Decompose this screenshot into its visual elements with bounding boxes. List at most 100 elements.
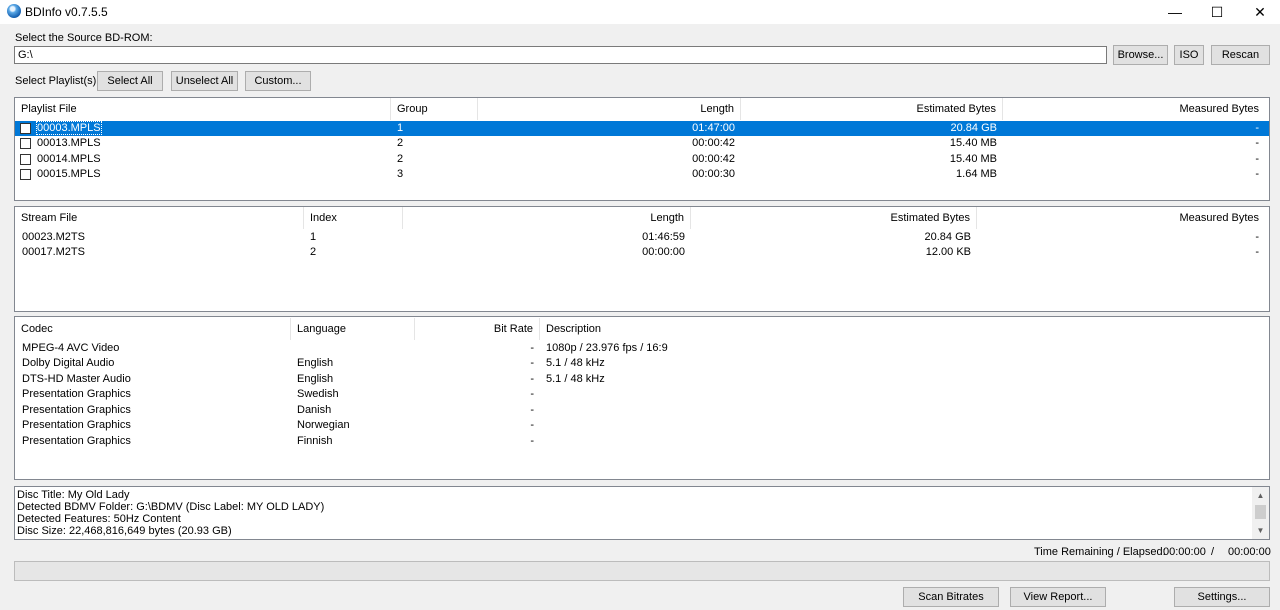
stream-index: 1 xyxy=(310,231,317,243)
log-line: Disc Size: 22,468,816,649 bytes (20.93 G… xyxy=(17,525,232,537)
codec-bitrate: - xyxy=(530,342,534,354)
log-line: Disc Title: My Old Lady xyxy=(17,489,130,501)
stream-row[interactable]: 00017.M2TS 2 00:00:00 12.00 KB - xyxy=(15,245,1269,260)
playlist-measured: - xyxy=(1255,137,1259,149)
playlist-row[interactable]: 00013.MPLS 2 00:00:42 15.40 MB - xyxy=(15,136,1269,151)
codec-bitrate: - xyxy=(530,357,534,369)
codec-col-codec[interactable]: Codec xyxy=(15,318,291,340)
playlist-checkbox[interactable] xyxy=(20,154,31,165)
stream-estimated: 20.84 GB xyxy=(924,231,971,243)
select-all-button[interactable]: Select All xyxy=(97,71,163,91)
codec-col-language[interactable]: Language xyxy=(291,318,415,340)
stream-file: 00023.M2TS xyxy=(22,231,85,243)
browse-button[interactable]: Browse... xyxy=(1113,45,1168,65)
codec-language: Finnish xyxy=(297,435,333,447)
maximize-button[interactable]: ☐ xyxy=(1195,0,1239,24)
stream-length: 01:46:59 xyxy=(642,231,685,243)
codec-bitrate: - xyxy=(530,435,534,447)
playlist-group: 2 xyxy=(397,137,404,149)
stream-col-estimated[interactable]: Estimated Bytes xyxy=(691,207,977,229)
time-remaining-value: 00:00:00 xyxy=(1163,546,1206,558)
codec-col-bitrate[interactable]: Bit Rate xyxy=(415,318,540,340)
codec-name: Presentation Graphics xyxy=(22,404,131,416)
scan-bitrates-button[interactable]: Scan Bitrates xyxy=(903,587,999,607)
codec-description: 5.1 / 48 kHz xyxy=(546,373,605,385)
bdinfo-app-icon xyxy=(7,4,21,18)
time-separator: / xyxy=(1211,546,1215,558)
playlist-checkbox[interactable] xyxy=(20,138,31,149)
stream-measured: - xyxy=(1255,231,1259,243)
playlist-checkbox[interactable] xyxy=(20,123,31,134)
stream-col-measured[interactable]: Measured Bytes xyxy=(977,207,1265,229)
codec-bitrate: - xyxy=(530,388,534,400)
stream-col-length[interactable]: Length xyxy=(403,207,691,229)
codec-row[interactable]: DTS-HD Master Audio English - 5.1 / 48 k… xyxy=(15,372,1269,387)
codec-name: Presentation Graphics xyxy=(22,435,131,447)
codec-description: 1080p / 23.976 fps / 16:9 xyxy=(546,342,668,354)
source-path-input[interactable]: G:\ xyxy=(14,46,1107,64)
iso-button[interactable]: ISO xyxy=(1174,45,1204,65)
playlist-estimated: 20.84 GB xyxy=(950,122,997,134)
playlist-length: 01:47:00 xyxy=(692,122,735,134)
playlist-table[interactable]: Playlist File Group Length Estimated Byt… xyxy=(14,97,1270,201)
close-button[interactable]: ✕ xyxy=(1238,0,1280,24)
playlist-measured: - xyxy=(1255,153,1259,165)
codec-name: DTS-HD Master Audio xyxy=(22,373,131,385)
view-report-button[interactable]: View Report... xyxy=(1010,587,1106,607)
codec-row[interactable]: Presentation Graphics Danish - xyxy=(15,403,1269,418)
codec-row[interactable]: Presentation Graphics Finnish - xyxy=(15,434,1269,449)
scroll-down-icon[interactable]: ▼ xyxy=(1252,522,1269,539)
codec-row[interactable]: MPEG-4 AVC Video - 1080p / 23.976 fps / … xyxy=(15,341,1269,356)
codec-language: English xyxy=(297,357,334,369)
codec-table[interactable]: Codec Language Bit Rate Description MPEG… xyxy=(14,316,1270,480)
playlist-group: 2 xyxy=(397,153,404,165)
scroll-up-icon[interactable]: ▲ xyxy=(1252,487,1269,504)
playlist-length: 00:00:30 xyxy=(692,168,735,180)
playlist-col-group[interactable]: Group xyxy=(391,98,478,120)
custom-button[interactable]: Custom... xyxy=(245,71,311,91)
log-line: Detected Features: 50Hz Content xyxy=(17,513,181,525)
codec-col-description[interactable]: Description xyxy=(540,318,840,340)
disc-info-log[interactable]: Disc Title: My Old Lady Detected BDMV Fo… xyxy=(14,486,1270,540)
playlist-estimated: 1.64 MB xyxy=(956,168,997,180)
playlist-group: 3 xyxy=(397,168,404,180)
log-line: Detected BDMV Folder: G:\BDMV (Disc Labe… xyxy=(17,501,325,513)
playlist-estimated: 15.40 MB xyxy=(949,153,997,165)
scroll-thumb[interactable] xyxy=(1255,505,1266,519)
codec-description: 5.1 / 48 kHz xyxy=(546,357,605,369)
stream-col-file[interactable]: Stream File xyxy=(15,207,304,229)
rescan-button[interactable]: Rescan xyxy=(1211,45,1270,65)
codec-language: Danish xyxy=(297,404,332,416)
playlist-col-estimated[interactable]: Estimated Bytes xyxy=(741,98,1003,120)
playlist-file: 00015.MPLS xyxy=(37,168,101,180)
codec-bitrate: - xyxy=(530,404,534,416)
source-label: Select the Source BD-ROM: xyxy=(15,32,153,44)
codec-name: Presentation Graphics xyxy=(22,419,131,431)
codec-row[interactable]: Dolby Digital Audio English - 5.1 / 48 k… xyxy=(15,356,1269,371)
codec-row[interactable]: Presentation Graphics Norwegian - xyxy=(15,418,1269,433)
playlist-row[interactable]: 00003.MPLS 1 01:47:00 20.84 GB - xyxy=(15,121,1269,136)
settings-button[interactable]: Settings... xyxy=(1174,587,1270,607)
playlist-col-length[interactable]: Length xyxy=(478,98,741,120)
codec-row[interactable]: Presentation Graphics Swedish - xyxy=(15,387,1269,402)
stream-length: 00:00:00 xyxy=(642,246,685,258)
codec-name: Presentation Graphics xyxy=(22,388,131,400)
minimize-button[interactable]: — xyxy=(1153,0,1197,24)
stream-file: 00017.M2TS xyxy=(22,246,85,258)
playlist-checkbox[interactable] xyxy=(20,169,31,180)
stream-measured: - xyxy=(1255,246,1259,258)
playlist-row[interactable]: 00015.MPLS 3 00:00:30 1.64 MB - xyxy=(15,167,1269,182)
log-scrollbar[interactable]: ▲ ▼ xyxy=(1252,487,1269,539)
time-remaining-label: Time Remaining / Elapsed: xyxy=(1034,546,1166,558)
playlist-file: 00014.MPLS xyxy=(37,153,101,165)
playlist-col-file[interactable]: Playlist File xyxy=(15,98,391,120)
playlist-col-measured[interactable]: Measured Bytes xyxy=(1003,98,1265,120)
stream-estimated: 12.00 KB xyxy=(925,246,971,258)
playlist-file: 00013.MPLS xyxy=(37,137,101,149)
playlist-row[interactable]: 00014.MPLS 2 00:00:42 15.40 MB - xyxy=(15,152,1269,167)
playlist-length: 00:00:42 xyxy=(692,153,735,165)
unselect-all-button[interactable]: Unselect All xyxy=(171,71,238,91)
stream-table[interactable]: Stream File Index Length Estimated Bytes… xyxy=(14,206,1270,312)
stream-row[interactable]: 00023.M2TS 1 01:46:59 20.84 GB - xyxy=(15,230,1269,245)
stream-col-index[interactable]: Index xyxy=(304,207,403,229)
